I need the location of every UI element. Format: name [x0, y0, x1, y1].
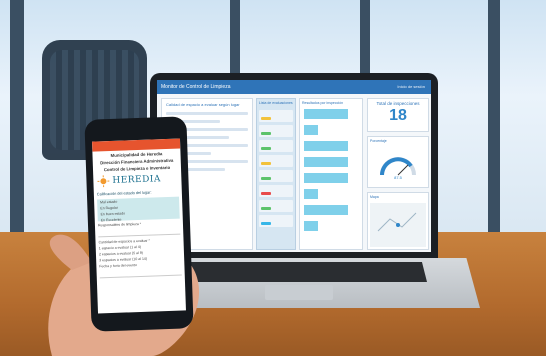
- result-bar: [304, 189, 318, 199]
- result-bar: [304, 205, 348, 215]
- login-link[interactable]: Inicio de sesión: [397, 80, 425, 94]
- kpi-value: 18: [389, 107, 407, 124]
- gauge-label: Porcentaje: [370, 139, 387, 143]
- app-header: Monitor de Control de Limpieza Inicio de…: [157, 80, 431, 94]
- result-bar: [304, 125, 318, 135]
- result-bar: [304, 221, 318, 231]
- list-item[interactable]: [259, 125, 293, 137]
- window-mullion: [488, 0, 500, 240]
- laptop-touchpad: [265, 285, 333, 300]
- gauge-value: 87.5: [394, 175, 402, 180]
- map-label: Mapa: [370, 195, 379, 199]
- evaluation-list-panel: Lista de evaluaciones: [256, 98, 296, 250]
- kpi-column: Total de inspecciones 18 Porcentaje 87.5…: [367, 98, 429, 250]
- list-item[interactable]: [259, 155, 293, 167]
- list-item[interactable]: [259, 170, 293, 182]
- list-item[interactable]: [259, 215, 293, 227]
- result-bar: [304, 157, 348, 167]
- rating-options-block[interactable]: Mal estado En Regular En buen estado En …: [97, 196, 180, 222]
- result-bar: [304, 141, 348, 151]
- photo-scene: Monitor de Control de Limpieza Inicio de…: [0, 0, 546, 356]
- list-item[interactable]: [259, 185, 293, 197]
- bars-panel-title: Resultados por inspección: [302, 101, 344, 105]
- app-title: Monitor de Control de Limpieza: [161, 84, 231, 90]
- brand-text: HEREDIA: [112, 174, 162, 186]
- list-panel-title: Lista de evaluaciones: [259, 101, 293, 105]
- kpi-label: Total de inspecciones: [376, 101, 420, 106]
- list-item[interactable]: [259, 140, 293, 152]
- result-bar: [304, 173, 348, 183]
- kpi-card: Total de inspecciones 18: [367, 98, 429, 132]
- datetime-input[interactable]: [99, 268, 182, 279]
- results-bars-panel: Resultados por inspección: [299, 98, 363, 250]
- phone-screen: Municipalidad de Heredia Dirección Finan…: [92, 138, 186, 314]
- list-item[interactable]: [259, 110, 293, 122]
- laptop-keyboard: [175, 262, 427, 282]
- gauge-card: Porcentaje 87.5: [367, 136, 429, 188]
- list-item[interactable]: [259, 200, 293, 212]
- map-icon: [370, 203, 426, 247]
- map-card[interactable]: Mapa: [367, 192, 429, 250]
- responsables-input[interactable]: [98, 227, 181, 238]
- result-bar: [304, 109, 348, 119]
- sun-logo-icon: [97, 175, 110, 188]
- form-line: [166, 112, 248, 115]
- form-panel-title: Calidad de espacio a evaluar según lugar: [166, 102, 240, 107]
